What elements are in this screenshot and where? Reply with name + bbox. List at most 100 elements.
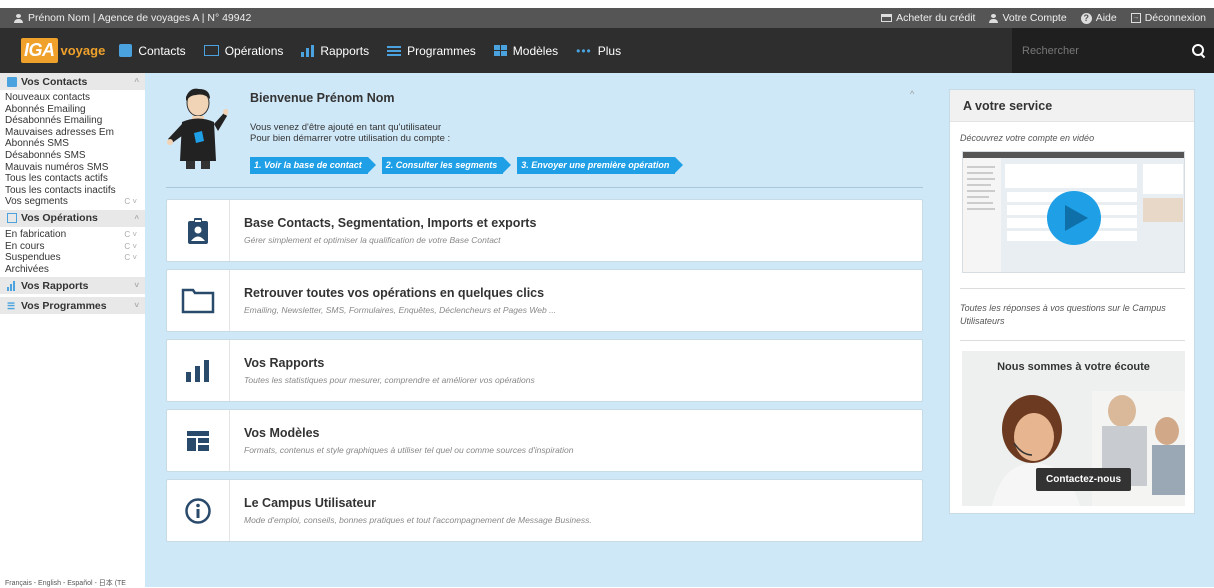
card-subtitle: Toutes les statistiques pour mesurer, co… [244,375,535,385]
refresh-chevron-icon[interactable]: C ˅ [124,196,137,208]
feature-cards: Base Contacts, Segmentation, Imports et … [166,199,923,549]
sidebar-item-inactive-contacts[interactable]: Tous les contacts inactifs [0,185,145,197]
refresh-chevron-icon[interactable]: C ˅ [124,241,137,253]
nav-more-label: Plus [597,43,622,58]
sidebar-item-sms-unsubscribed[interactable]: Désabonnés SMS [0,150,145,162]
refresh-chevron-icon[interactable]: C ˅ [124,229,137,241]
sidebar: Vos Contacts ^ Nouveaux contacts Abonnés… [0,73,145,587]
sidebar-item-active-contacts[interactable]: Tous les contacts actifs [0,173,145,185]
sidebar-item-in-progress[interactable]: En cours C ˅ [0,241,145,253]
card-reports[interactable]: Vos Rapports Toutes les statistiques pour… [166,339,923,402]
brand-logo[interactable]: IGA voyage [21,36,105,66]
buy-credit-link[interactable]: Acheter du crédit [881,12,975,24]
folder-icon [203,45,219,56]
user-info: Prénom Nom | Agence de voyages A | N° 49… [0,12,251,24]
sidebar-section-programs[interactable]: ☰ Vos Programmes ˅ [0,297,145,315]
sidebar-item-suspended[interactable]: Suspendues C ˅ [0,252,145,264]
account-icon [989,13,999,23]
card-title: Vos Rapports [244,356,325,370]
card-subtitle: Formats, contenus et style graphiques à … [244,445,574,455]
sidebar-section-contacts[interactable]: Vos Contacts ^ [0,73,145,90]
nav-templates-label: Modèles [512,43,559,58]
sidebar-item-label: Suspendues [5,252,61,264]
video-thumbnail[interactable] [962,151,1185,273]
sidebar-item-label: Abonnés SMS [5,138,69,150]
logout-link[interactable]: → Déconnexion [1130,12,1206,24]
card-contacts[interactable]: Base Contacts, Segmentation, Imports et … [166,199,923,262]
video-label: Découvrez votre compte en vidéo [960,133,1095,143]
sidebar-item-bad-emails[interactable]: Mauvaises adresses Em [0,127,145,139]
welcome-title: Bienvenue Prénom Nom [250,91,395,105]
sidebar-section-operations[interactable]: Vos Opérations ^ [0,209,145,227]
refresh-chevron-icon[interactable]: C ˅ [124,252,137,264]
chevron-down-icon[interactable]: ˅ [134,301,139,310]
service-title: A votre service [950,90,1194,122]
help-link[interactable]: ? Aide [1080,12,1117,24]
video-preview-image [963,152,1184,272]
nav-programs-label: Programmes [407,43,476,58]
sidebar-item-label: Abonnés Emailing [5,103,86,115]
search-icon[interactable] [1192,43,1206,58]
card-title: Base Contacts, Segmentation, Imports et … [244,216,537,230]
card-title: Retrouver toutes vos opérations en quelq… [244,286,545,300]
sidebar-section-reports[interactable]: Vos Rapports ˅ [0,277,145,295]
contact-us-button[interactable]: Contactez-nous [1036,468,1131,491]
nav-reports[interactable]: Rapports [301,44,369,58]
logo-mark: IGA [21,38,58,63]
card-campus[interactable]: Le Campus Utilisateur Mode d'emploi, cons… [166,479,923,542]
chevron-up-icon[interactable]: ^ [134,214,139,223]
search-input[interactable] [1022,44,1182,57]
nav-templates[interactable]: Modèles [493,43,559,58]
nav-programs[interactable]: Programmes [387,44,476,58]
card-templates[interactable]: Vos Modèles Formats, contenus et style gr… [166,409,923,472]
sidebar-item-label: Tous les contacts inactifs [5,184,116,196]
sidebar-item-archived[interactable]: Archivées [0,264,145,276]
section-title: Vos Opérations [21,212,98,225]
sidebar-item-label: Désabonnés Emailing [5,115,103,127]
welcome-text: Vous venez d'être ajouté en tant qu'util… [250,122,450,144]
welcome-avatar [167,88,228,169]
sidebar-item-label: En fabrication [5,228,67,240]
nav-reports-label: Rapports [320,43,370,58]
chevron-down-icon[interactable]: ˅ [134,281,139,290]
sidebar-item-label: En cours [5,240,45,252]
sidebar-item-label: Mauvaises adresses Em [5,126,114,138]
onboarding-steps: 1. Voir la base de contact 2. Consulter … [250,157,684,174]
nav-operations[interactable]: Opérations [203,44,283,58]
nav-contacts-label: Contacts [138,43,186,58]
sidebar-item-email-subscribers[interactable]: Abonnés Emailing [0,104,145,116]
nav-contacts[interactable]: Contacts [119,43,186,58]
chevron-up-icon[interactable]: ^ [134,77,139,86]
collapse-chevron-icon[interactable]: ^ [910,89,914,99]
list-icon: ☰ [7,300,16,311]
sidebar-item-label: Archivées [5,263,49,275]
step-view-contacts[interactable]: 1. Voir la base de contact [250,157,376,174]
sidebar-item-label: Tous les contacts actifs [5,173,108,185]
campus-faq-link[interactable]: Toutes les réponses à vos questions sur … [960,302,1180,328]
sidebar-item-label: Mauvais numéros SMS [5,161,109,173]
sidebar-item-new-contacts[interactable]: Nouveaux contacts [0,92,145,104]
sidebar-item-bad-sms[interactable]: Mauvais numéros SMS [0,162,145,174]
credit-card-icon [881,14,893,22]
template-grid-icon [493,45,507,56]
service-panel: A votre service Découvrez votre compte e… [949,89,1195,514]
divider [166,187,923,188]
step-send-operation[interactable]: 3. Envoyer une première opération [517,157,684,174]
sidebar-item-label: Vos segments [5,196,68,208]
user-icon [14,13,23,23]
bar-chart-icon [167,340,230,401]
welcome-line-1: Vous venez d'être ajouté en tant qu'util… [250,122,442,133]
contact-section: Nous sommes à votre écoute Contactez-nou… [962,351,1185,506]
sidebar-item-email-unsubscribed[interactable]: Désabonnés Emailing [0,115,145,127]
card-subtitle: Gérer simplement et optimiser la qualifi… [244,235,501,245]
logout-label: Déconnexion [1144,12,1206,24]
card-operations[interactable]: Retrouver toutes vos opérations en quelq… [166,269,923,332]
account-link[interactable]: Votre Compte [989,12,1067,24]
nav-more[interactable]: ••• Plus [576,44,621,58]
account-label: Votre Compte [1002,12,1067,24]
step-view-segments[interactable]: 2. Consulter les segments [381,157,511,174]
buy-credit-label: Acheter du crédit [896,12,976,24]
sidebar-item-segments[interactable]: Vos segments C ˅ [0,196,145,208]
sidebar-item-sms-subscribers[interactable]: Abonnés SMS [0,138,145,150]
sidebar-item-in-production[interactable]: En fabrication C ˅ [0,229,145,241]
